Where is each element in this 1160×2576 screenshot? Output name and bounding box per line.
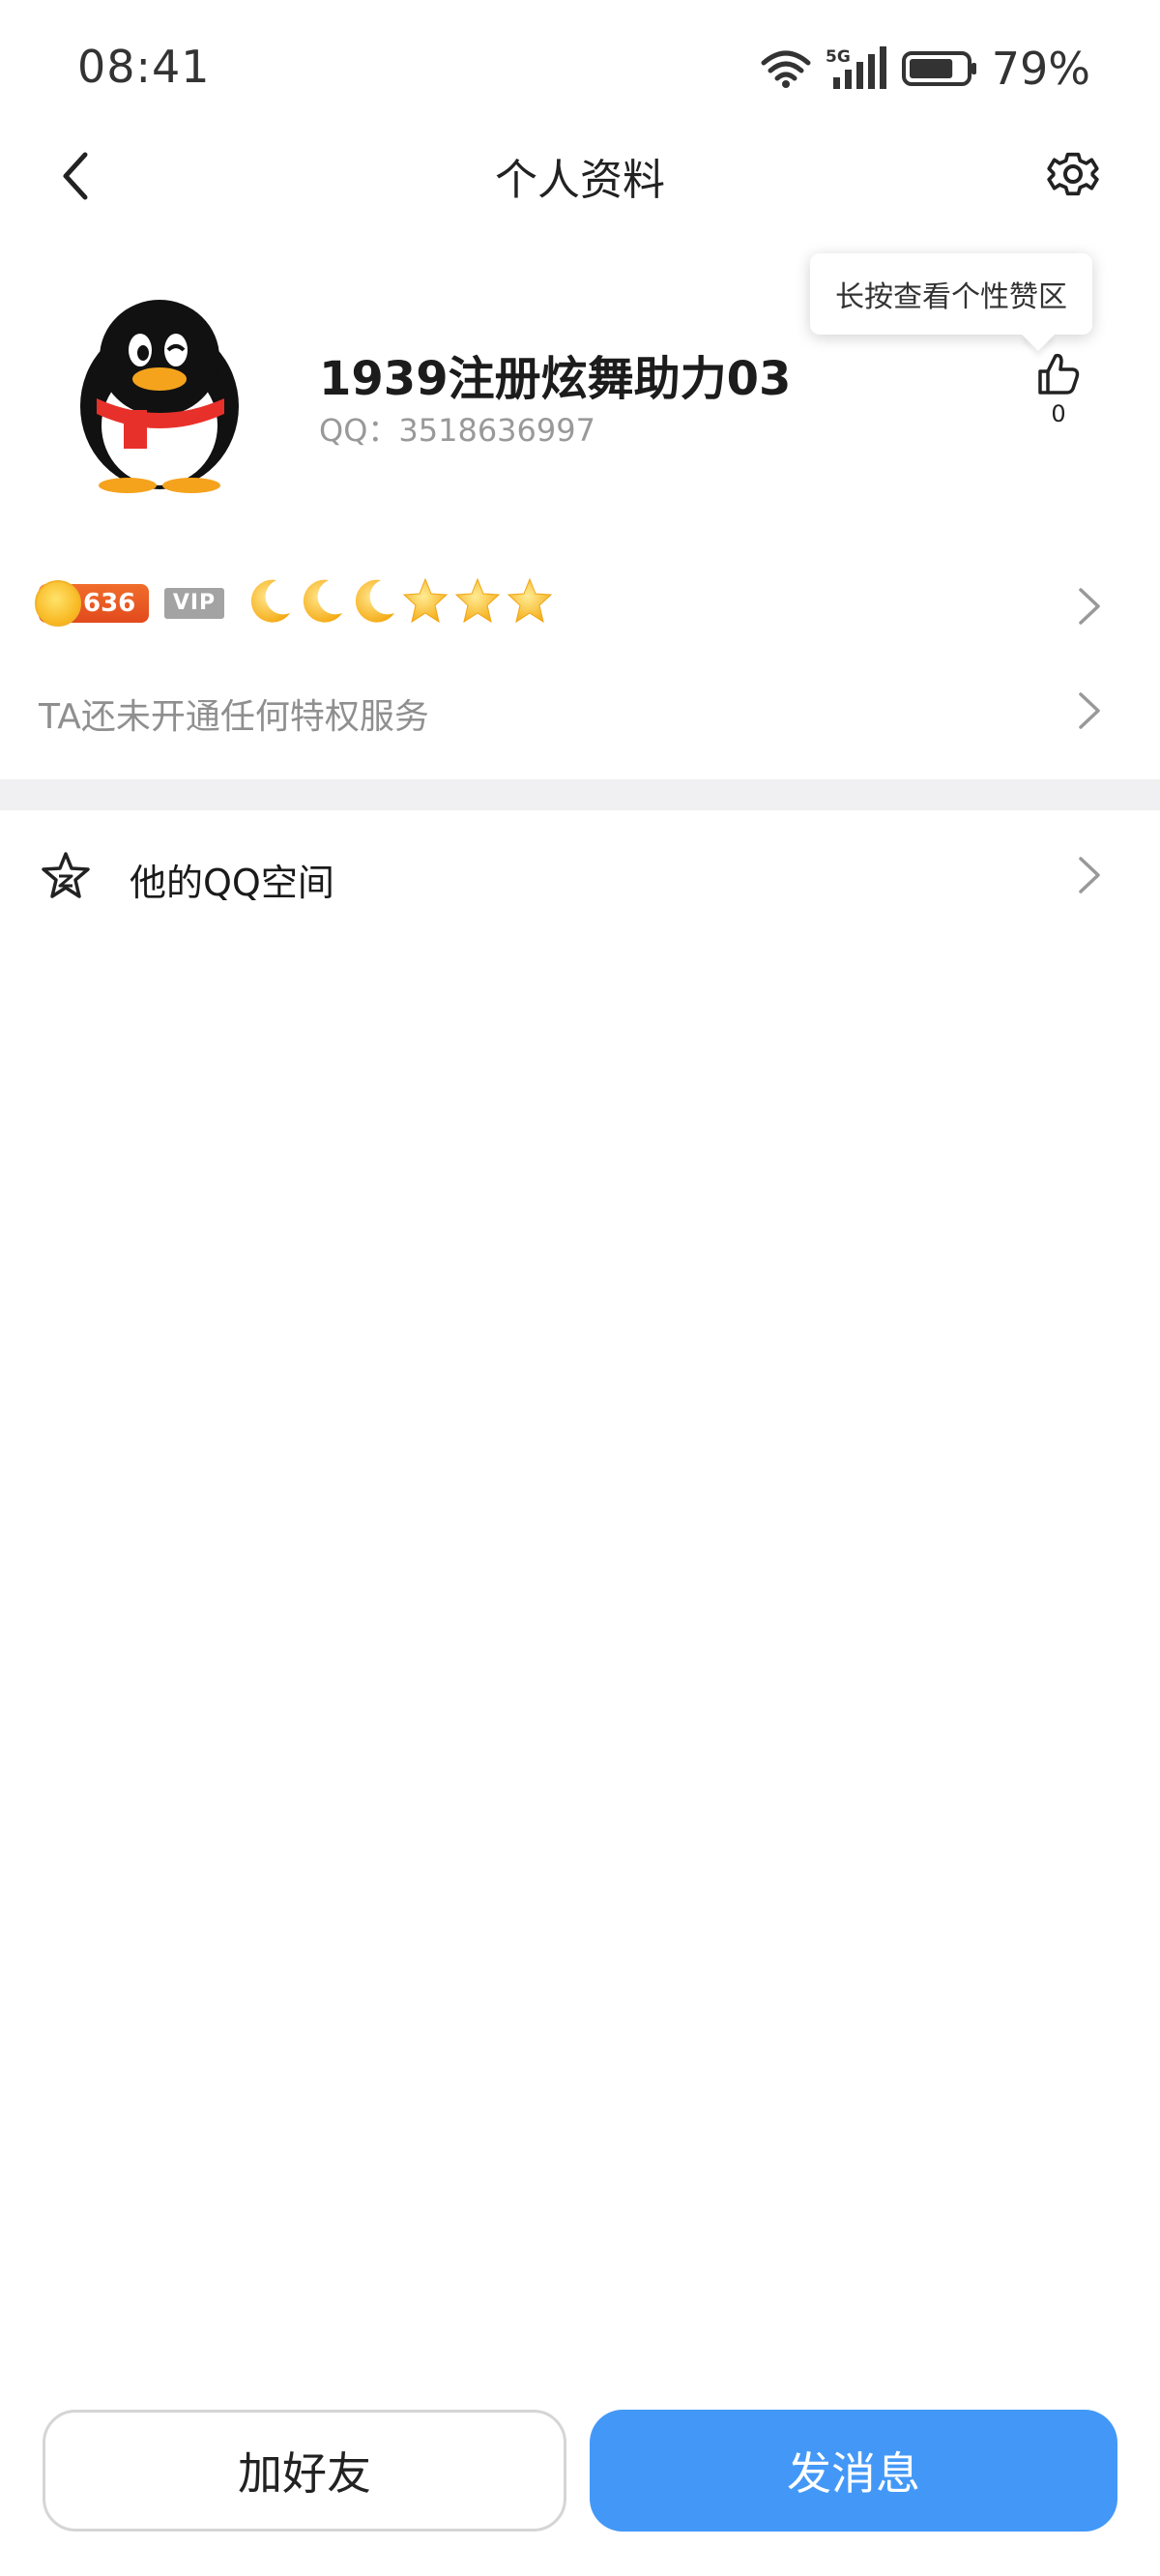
nickname: 1939注册炫舞助力03 bbox=[319, 352, 792, 406]
qzone-label[interactable]: 他的QQ空间 bbox=[130, 853, 334, 906]
signal-5g-icon: 5G bbox=[826, 46, 886, 89]
level-number: 636 bbox=[83, 589, 136, 618]
coin-icon bbox=[35, 580, 81, 627]
like-zone-tooltip: 长按查看个性赞区 bbox=[810, 253, 1092, 335]
level-badge: 636 bbox=[35, 580, 149, 627]
like-count: 0 bbox=[1051, 400, 1066, 427]
star-level-icon bbox=[507, 577, 553, 624]
wifi-icon bbox=[761, 50, 811, 88]
chevron-right-icon bbox=[1079, 588, 1100, 625]
battery-percent: 79% bbox=[991, 43, 1090, 95]
status-indicators: 5G 79% bbox=[760, 43, 1090, 95]
chevron-right-icon[interactable] bbox=[1075, 688, 1104, 733]
avatar[interactable] bbox=[68, 290, 251, 493]
star-level-icon bbox=[402, 577, 449, 624]
qq-number: QQ：3518636997 bbox=[319, 412, 595, 449]
star-level-icon bbox=[454, 577, 501, 624]
battery-icon bbox=[901, 51, 976, 86]
moon-level-icon bbox=[303, 579, 342, 623]
section-divider bbox=[0, 779, 1160, 810]
thumbs-up-icon[interactable] bbox=[1034, 350, 1083, 398]
add-friend-button[interactable]: 加好友 bbox=[43, 2410, 566, 2532]
gear-icon[interactable] bbox=[1046, 147, 1100, 201]
star-outline-icon bbox=[42, 852, 90, 898]
level-row[interactable]: 636 VIP bbox=[0, 567, 1160, 644]
moon-level-icon bbox=[355, 579, 394, 623]
page-title: 个人资料 bbox=[495, 156, 665, 205]
send-message-button[interactable]: 发消息 bbox=[590, 2410, 1117, 2532]
moon-level-icon bbox=[250, 579, 290, 623]
privilege-text: TA还未开通任何特权服务 bbox=[39, 697, 429, 737]
vip-badge: VIP bbox=[164, 588, 224, 619]
chevron-right-icon[interactable] bbox=[1075, 853, 1104, 897]
network-type-label: 5G bbox=[826, 47, 851, 67]
status-time: 08:41 bbox=[77, 41, 211, 93]
